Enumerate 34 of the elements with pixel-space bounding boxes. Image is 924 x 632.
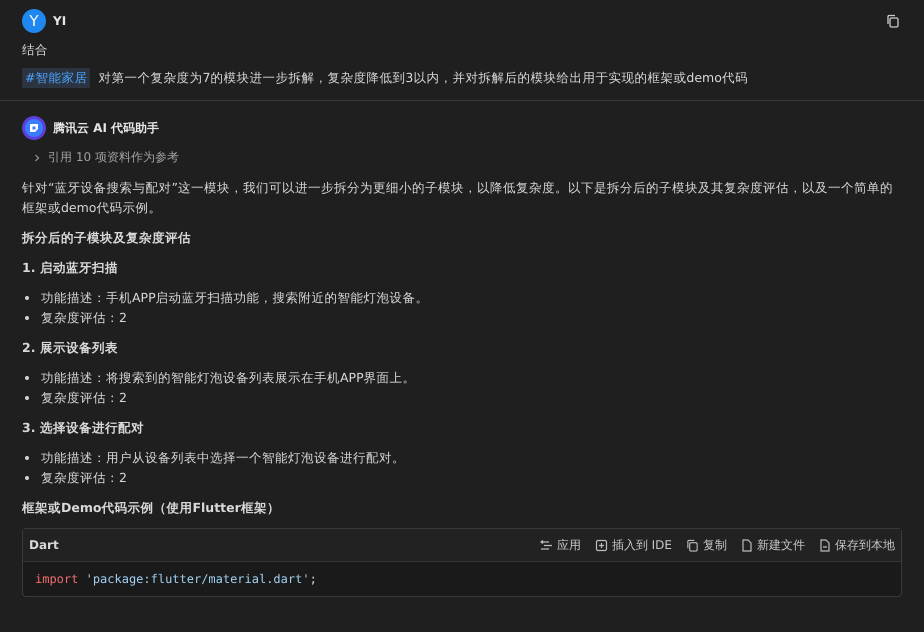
chevron-icon bbox=[32, 152, 42, 162]
message-text: 结合 bbox=[22, 41, 49, 59]
list-item: 复杂度评估：2 bbox=[41, 389, 127, 407]
subsection-heading: 2. 展示设备列表 bbox=[22, 339, 119, 357]
list-item: 复杂度评估：2 bbox=[41, 469, 127, 487]
code-action-button[interactable]: 保存到本地 bbox=[819, 536, 895, 554]
list-item: 复杂度评估：2 bbox=[41, 309, 127, 327]
user-name: YI bbox=[53, 14, 66, 28]
subsection-heading: 1. 启动蓝牙扫描 bbox=[22, 259, 119, 277]
references-toggle[interactable]: 引用 10 项资料作为参考 bbox=[22, 149, 179, 166]
section-heading: 框架或Demo代码示例（使用Flutter框架） bbox=[22, 499, 281, 517]
list-item: 功能描述：手机APP启动蓝牙扫描功能，搜索附近的智能灯泡设备。 bbox=[41, 289, 429, 307]
message-text: 对第一个复杂度为7的模块进一步拆解，复杂度降低到3以内，并对拆解后的模块给出用于实现的框架或demo代码 bbox=[98, 69, 748, 87]
list-item: 功能描述：将搜索到的智能灯泡设备列表展示在手机APP界面上。 bbox=[41, 369, 416, 387]
list-item: 功能描述：用户从设备列表中选择一个智能灯泡设备进行配对。 bbox=[41, 449, 405, 467]
subsection-heading: 3. 选择设备进行配对 bbox=[22, 419, 145, 437]
language-label: Dart bbox=[29, 538, 59, 552]
copy-icon bbox=[686, 538, 699, 552]
code-line: import 'package:flutter/material.dart'; bbox=[35, 572, 318, 586]
code-action-button[interactable]: 插入到 IDE bbox=[594, 536, 672, 554]
assistant-name: 腾讯云 AI 代码助手 bbox=[53, 120, 160, 136]
user-avatar: Y bbox=[22, 9, 46, 33]
insert-icon bbox=[594, 538, 608, 552]
copy-icon bbox=[886, 14, 900, 28]
code-action-button[interactable]: 新建文件 bbox=[741, 536, 805, 554]
apply-icon bbox=[540, 538, 553, 552]
file-icon bbox=[819, 538, 831, 552]
topic-tag[interactable]: #智能家居 bbox=[22, 68, 90, 88]
code-action-button[interactable]: 复制 bbox=[686, 536, 727, 554]
file-icon bbox=[741, 538, 753, 552]
answer-paragraph: 针对“蓝牙设备搜索与配对”这一模块，我们可以进一步拆分为更细小的子模块，以降低复杂度。以下是拆分后的子模块及其复杂度评估，以及一个简单的框架或demo代码示例。 bbox=[22, 179, 894, 217]
assistant-logo-icon bbox=[22, 116, 46, 140]
section-heading: 拆分后的子模块及复杂度评估 bbox=[22, 229, 192, 247]
code-action-button[interactable]: 应用 bbox=[540, 536, 581, 554]
